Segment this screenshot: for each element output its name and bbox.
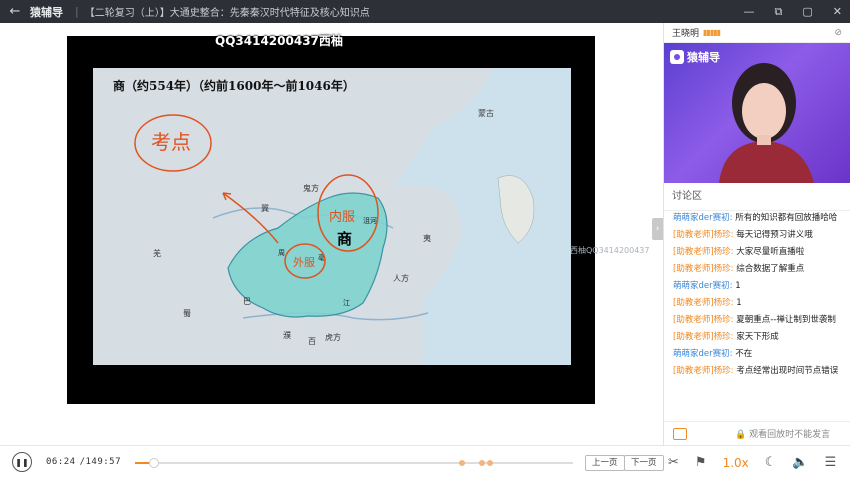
annotation-kaodian: 考点 [151,130,191,154]
teacher-name: 王晓明 [672,29,700,39]
progress-track[interactable] [135,458,573,468]
restore-icon[interactable]: ⧉ [775,5,783,19]
window-controls: — ⧉ ▢ ✕ [744,0,842,23]
minimize-icon[interactable]: — [744,5,755,18]
flag-icon[interactable]: ⚑ [695,455,707,470]
speed-button[interactable]: 1.0x [723,456,749,470]
scissors-icon[interactable]: ✂ [668,455,679,470]
progress-marker[interactable] [487,460,493,466]
teacher-figure [719,63,814,183]
chat-message: 萌萌家der赛初: 所有的知识都有回放播哈哈 [673,213,838,223]
teacher-bar: 王晓明 ▮▮▮▮▮ ⊘ [664,23,850,43]
brand-name: 猿辅导 [30,5,63,19]
maximize-icon[interactable]: ▢ [802,5,812,18]
prev-page-button[interactable]: 上一页 [585,455,625,471]
time-total: /149:57 [79,457,122,467]
chat-message: [助教老师]杨珍: 每天记得预习讲义哦 [673,230,813,240]
teacher-camera: 猿辅导 [664,43,850,183]
progress-marker[interactable] [459,460,465,466]
chat-message: [助教老师]杨珍: 综合数据了解重点 [673,264,805,274]
chat-message: [助教老师]杨珍: 大家尽量听直播啦 [673,247,805,257]
signal-icon: ▮▮▮▮▮ [703,28,721,37]
close-icon[interactable]: ✕ [833,5,842,18]
chat-message: [助教老师]杨珍: 考点经常出现时间节点错误 [673,366,839,376]
video-player[interactable]: QQ3414200437西柚 商（约554年）（约前1600年～前1046年） … [0,23,663,445]
chat-message: 萌萌家der赛初: 不在 [673,349,753,359]
replay-note: 🔒 观看回放时不能发言 [735,430,831,440]
chat-footer: 🔒 观看回放时不能发言 [664,421,850,445]
next-page-button[interactable]: 下一页 [624,455,664,471]
chat-message: [助教老师]杨珍: 1 [673,298,742,308]
annotation-waifu: 外服 [293,256,315,269]
slide: 商（约554年）（约前1600年～前1046年） 商 蒙古 鬼方 冀 羌 巴 蜀… [93,68,571,365]
annotation-arrow [222,192,279,244]
chat-message: [助教老师]杨珍: 家天下形成 [673,332,779,342]
watermark: QQ3414200437西柚 [215,34,343,48]
divider: | [75,5,79,18]
arrow-left-icon[interactable]: ← [0,4,30,19]
playback-controls: ❚❚ 06:24 /149:57 上一页 下一页 ✂ ⚑ 1.0x ☾ 🔈 ☰ [0,445,850,478]
course-title: 【二轮复习（上）】大通史整合：先秦秦汉时代特征及核心知识点 [84,8,370,19]
moon-icon[interactable]: ☾ [765,455,777,470]
volume-icon[interactable]: 🔈 [792,455,808,470]
discussion-title: 讨论区 [664,183,850,211]
slide-frame: QQ3414200437西柚 商（约554年）（约前1600年～前1046年） … [67,34,595,404]
edit-icon[interactable] [673,427,687,440]
annotation-neifu: 内服 [329,210,356,225]
menu-icon[interactable]: ☰ [825,455,837,470]
title-bar: ← 猿辅导 | 【二轮复习（上）】大通史整合：先秦秦汉时代特征及核心知识点 — … [0,0,850,23]
chat-list[interactable]: 萌萌家der赛初: 所有的知识都有回放播哈哈 [助教老师]杨珍: 每天记得预习讲… [664,212,850,418]
progress-marker[interactable] [479,460,485,466]
control-icons: ✂ ⚑ 1.0x ☾ 🔈 ☰ [668,446,836,478]
time-current: 06:24 [46,457,76,467]
chat-message: 萌萌家der赛初: 1 [673,281,741,291]
mic-off-icon[interactable]: ⊘ [834,28,842,38]
progress-knob[interactable] [148,458,159,468]
chat-message: [助教老师]杨珍: 夏朝重点--禅让制到世袭制 [673,315,836,325]
collapse-panel-icon[interactable]: › [652,218,663,240]
side-panel: 王晓明 ▮▮▮▮▮ ⊘ 猿辅导 讨论区 萌萌家der赛初: 所有的知识都有回放播… [663,23,850,445]
watermark-side: 西柚QQ3414200437 [570,246,650,255]
pause-icon[interactable]: ❚❚ [12,452,32,472]
app-window: ← 猿辅导 | 【二轮复习（上）】大通史整合：先秦秦汉时代特征及核心知识点 — … [0,0,850,478]
